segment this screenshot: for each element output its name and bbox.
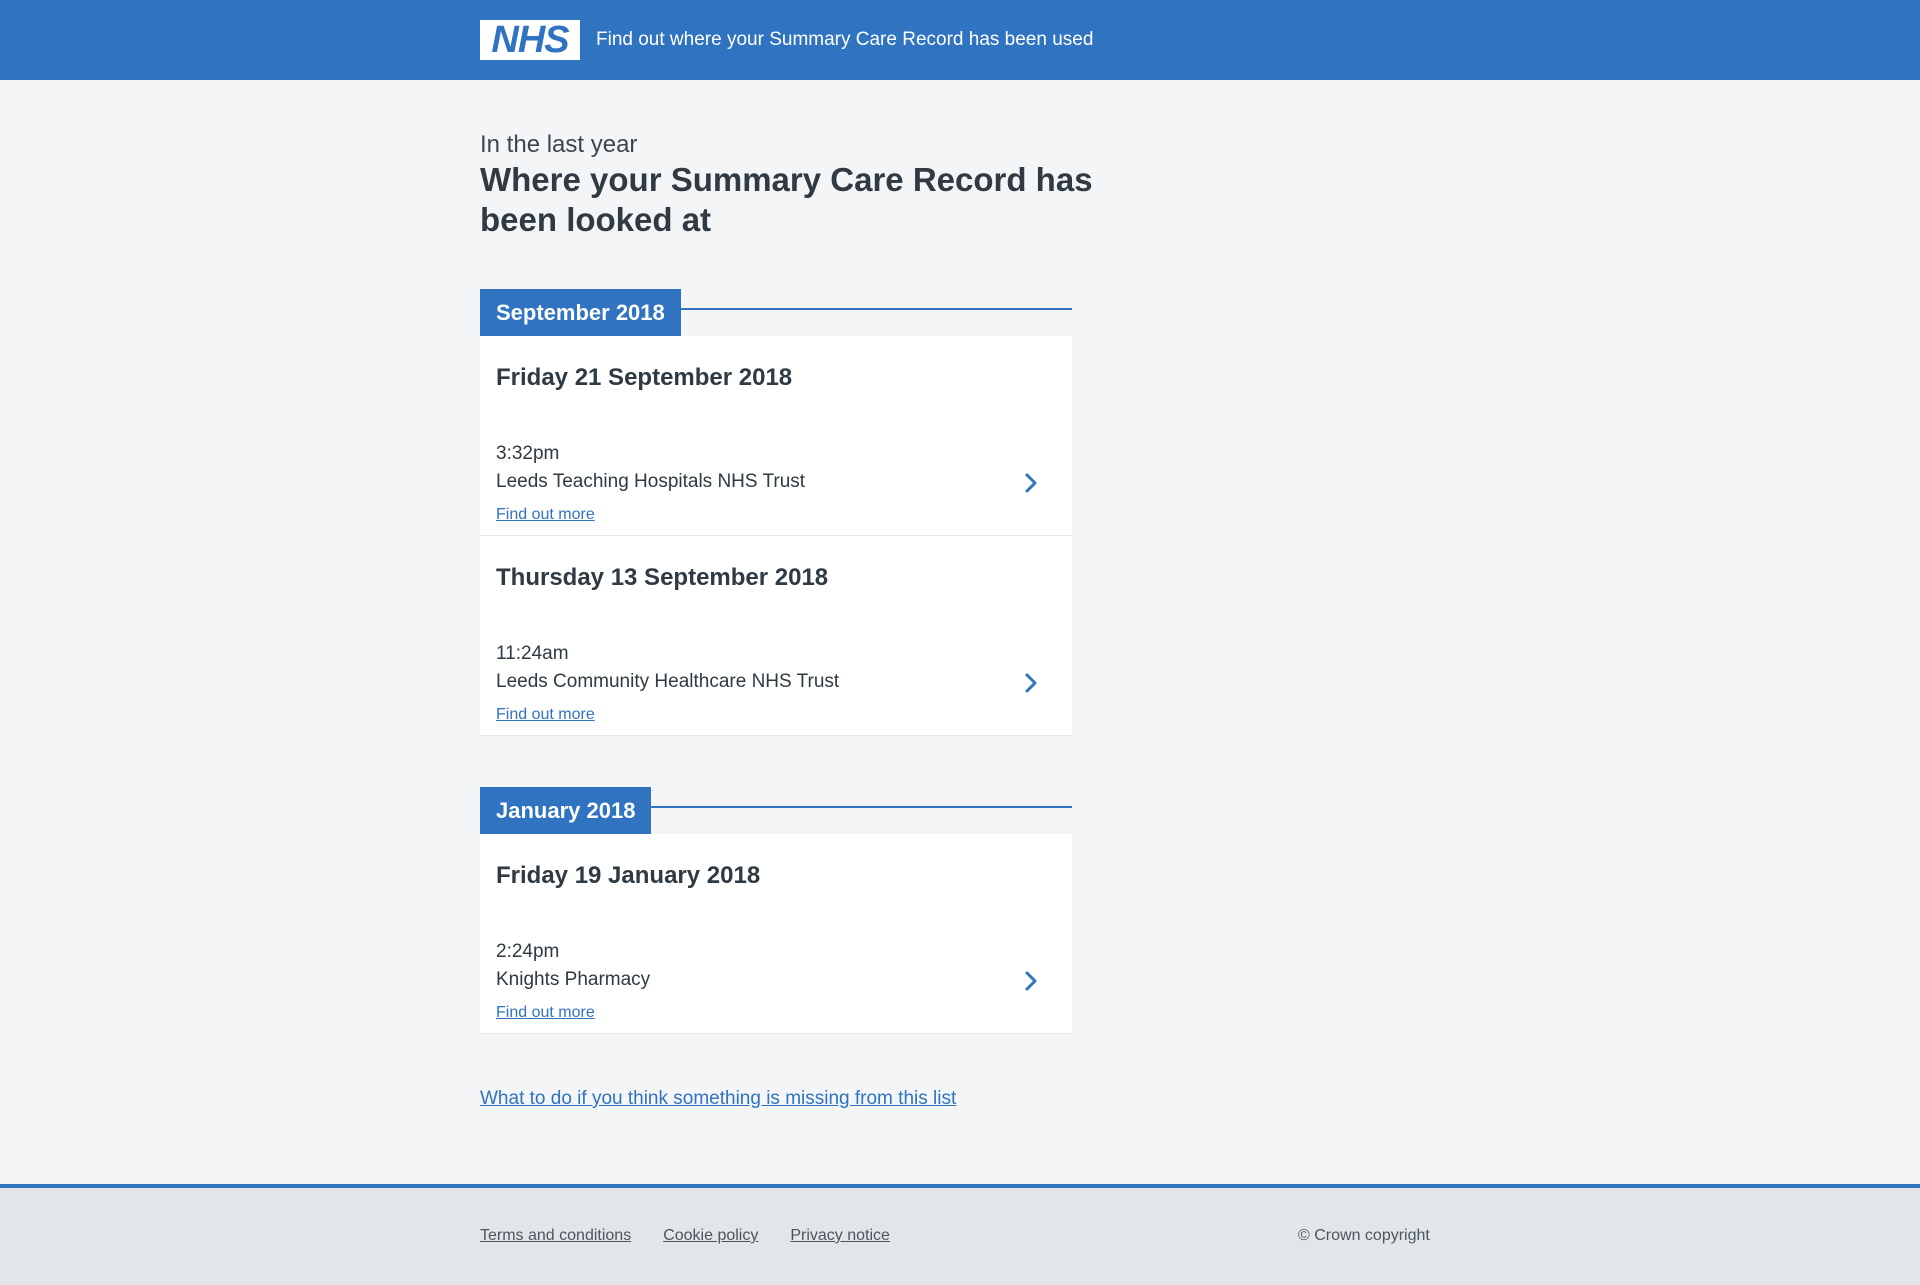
access-entry[interactable]: Friday 21 September 2018 3:32pm Leeds Te… xyxy=(480,336,1072,536)
terms-link[interactable]: Terms and conditions xyxy=(480,1225,631,1247)
access-entry[interactable]: Friday 19 January 2018 2:24pm Knights Ph… xyxy=(480,834,1072,1034)
site-header: NHS Find out where your Summary Care Rec… xyxy=(0,0,1920,80)
access-entry[interactable]: Thursday 13 September 2018 11:24am Leeds… xyxy=(480,536,1072,736)
entry-date: Friday 19 January 2018 xyxy=(496,862,761,889)
entry-time: 3:32pm xyxy=(496,443,560,464)
service-name[interactable]: Find out where your Summary Care Record … xyxy=(596,20,1093,60)
cookie-policy-link[interactable]: Cookie policy xyxy=(663,1225,758,1247)
entry-organisation: Leeds Teaching Hospitals NHS Trust xyxy=(496,471,806,492)
entry-organisation: Knights Pharmacy xyxy=(496,969,651,990)
month-label: September 2018 xyxy=(480,289,681,336)
page-caption: In the last year xyxy=(480,131,638,158)
nhs-logo[interactable]: NHS xyxy=(480,20,580,60)
chevron-right-icon[interactable] xyxy=(1023,969,1039,993)
find-out-more-link[interactable]: Find out more xyxy=(496,705,595,725)
privacy-notice-link[interactable]: Privacy notice xyxy=(790,1225,890,1247)
missing-records-link[interactable]: What to do if you think something is mis… xyxy=(480,1086,956,1112)
chevron-right-icon[interactable] xyxy=(1023,471,1039,495)
find-out-more-link[interactable]: Find out more xyxy=(496,505,595,525)
month-section-january-2018: January 2018 Friday 19 January 2018 2:24… xyxy=(480,787,1072,1034)
find-out-more-link[interactable]: Find out more xyxy=(496,1003,595,1023)
nhs-logo-text: NHS xyxy=(491,19,569,61)
page-title: Where your Summary Care Record has been … xyxy=(480,161,1093,238)
month-label: January 2018 xyxy=(480,787,652,834)
month-heading: January 2018 xyxy=(480,787,1072,834)
entry-organisation: Leeds Community Healthcare NHS Trust xyxy=(496,671,840,692)
entry-time: 11:24am xyxy=(496,643,569,664)
header-inner: NHS Find out where your Summary Care Rec… xyxy=(480,20,1093,60)
copyright-text: © Crown copyright xyxy=(1298,1227,1430,1244)
entry-date: Thursday 13 September 2018 xyxy=(496,564,829,591)
entry-date: Friday 21 September 2018 xyxy=(496,364,793,391)
month-section-september-2018: September 2018 Friday 21 September 2018 … xyxy=(480,289,1072,736)
entry-time: 2:24pm xyxy=(496,941,560,962)
footer-links: Terms and conditions Cookie policy Priva… xyxy=(480,1225,922,1247)
chevron-right-icon[interactable] xyxy=(1023,671,1039,695)
site-footer: Terms and conditions Cookie policy Priva… xyxy=(0,1184,1920,1285)
month-heading: September 2018 xyxy=(480,289,1072,336)
